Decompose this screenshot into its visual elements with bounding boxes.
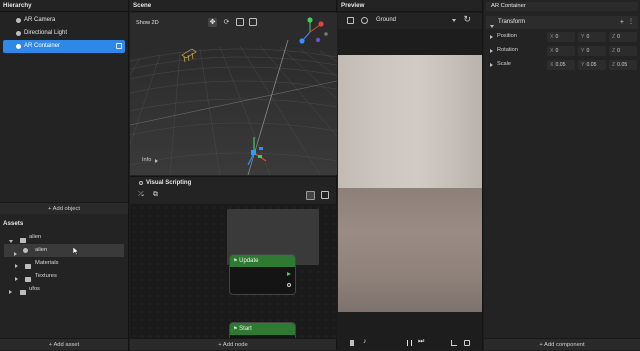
expand-icon [15, 264, 18, 268]
left-panel: Hierarchy AR Camera Directional Light AR… [0, 0, 129, 350]
event-icon: ⚑ [233, 258, 237, 264]
scale-tool-button[interactable] [236, 18, 244, 26]
edit-icon[interactable]: ⤯ [138, 191, 144, 199]
add-node-button[interactable]: + Add node [130, 338, 336, 350]
folder-icon [25, 277, 31, 282]
transform-section-header[interactable]: Transform + ⋮ [486, 16, 638, 29]
object-icon [16, 31, 21, 36]
bookmark-icon[interactable] [350, 340, 354, 346]
asset-folder-textures[interactable]: Textures [0, 270, 128, 283]
ar-preview-image [338, 55, 482, 312]
folder-icon [20, 290, 26, 295]
device-icon[interactable] [347, 17, 354, 24]
scale-y-field[interactable]: Y0.05 [578, 60, 606, 70]
scene-panel: Scene Show 2D ✥ ⟳ Info Visua [130, 0, 337, 350]
update-node[interactable]: ⚑ Update [229, 254, 296, 295]
image-icon[interactable] [321, 191, 329, 199]
folder-icon [20, 238, 26, 243]
scale-row: Scale X0.05 Y0.05 Z0.05 [484, 59, 640, 71]
orientation-gizmo[interactable] [293, 16, 333, 48]
frame-tool-button[interactable] [249, 18, 257, 26]
expand-icon [490, 63, 493, 67]
refresh-icon[interactable]: ↻ [463, 14, 471, 25]
model-icon [23, 248, 28, 253]
position-x-field[interactable]: X0 [547, 32, 575, 42]
rotation-label: Rotation [497, 47, 518, 53]
mouse-cursor-icon [73, 247, 79, 255]
add-object-button[interactable]: + Add object [0, 202, 128, 214]
add-component-button[interactable]: + Add component [484, 338, 640, 350]
rotation-y-field[interactable]: Y0 [578, 46, 606, 56]
collapse-icon [490, 25, 494, 28]
expand-icon [490, 49, 493, 53]
tiktok-icon[interactable]: ♪ [363, 338, 367, 345]
transform-title: Transform [498, 16, 525, 29]
expand-icon [14, 252, 17, 256]
expand-icon [9, 240, 13, 243]
ground-surface [338, 188, 482, 312]
show-2d-toggle[interactable]: Show 2D [136, 20, 159, 26]
position-y-field[interactable]: Y0 [578, 32, 606, 42]
info-arrow-icon [155, 159, 158, 165]
expand-icon [490, 35, 493, 39]
move-tool-button[interactable]: ✥ [208, 18, 217, 27]
wall-surface [338, 55, 482, 188]
visual-scripting-title: Visual Scripting [146, 180, 191, 186]
environment-dropdown[interactable]: Ground [371, 15, 459, 26]
hierarchy-item-directional-light[interactable]: Directional Light [0, 27, 128, 40]
object-name-field[interactable]: AR Container [486, 2, 638, 11]
scene-viewport[interactable]: Show 2D ✥ ⟳ Info [130, 13, 337, 175]
visibility-icon[interactable] [116, 43, 122, 49]
step-forward-icon[interactable]: ⏭ [418, 338, 424, 346]
layout-icon[interactable] [306, 191, 315, 200]
scale-z-field[interactable]: Z0.05 [609, 60, 637, 70]
preview-title: Preview [338, 0, 482, 12]
preview-panel: Preview Ground ↻ ♪ ⏭ [338, 0, 483, 350]
object-icon [16, 44, 21, 49]
visual-scripting-header: Visual Scripting [130, 176, 336, 188]
object-icon [16, 18, 21, 23]
expand-icon [9, 290, 12, 294]
hierarchy-item-ar-container[interactable]: AR Container [3, 40, 125, 53]
rotation-x-field[interactable]: X0 [547, 46, 575, 56]
assets-title: Assets [0, 218, 128, 230]
info-toggle[interactable]: Info [142, 157, 151, 163]
scene-title: Scene [130, 0, 336, 12]
graph-canvas[interactable]: ⚑ Update ⚑ Start [130, 204, 337, 338]
asset-folder-alien[interactable]: alien [0, 231, 128, 244]
position-z-field[interactable]: Z0 [609, 32, 637, 42]
folder-icon [25, 264, 31, 269]
hierarchy-item-ar-camera[interactable]: AR Camera [0, 14, 128, 27]
expand-icon [15, 277, 18, 281]
asset-item-alien[interactable]: alien [4, 244, 124, 257]
camera-icon[interactable] [361, 17, 368, 24]
more-icon[interactable]: ⋮ [628, 16, 634, 29]
event-icon: ⚑ [233, 326, 237, 332]
start-node[interactable]: ⚑ Start [229, 322, 296, 338]
hierarchy-title: Hierarchy [0, 0, 128, 12]
rotate-device-icon[interactable] [464, 340, 470, 346]
chevron-down-icon [452, 19, 456, 22]
position-row: Position X0 Y0 Z0 [484, 31, 640, 43]
exec-output-port[interactable] [287, 272, 291, 276]
rotation-z-field[interactable]: Z0 [609, 46, 637, 56]
scale-x-field[interactable]: X0.05 [547, 60, 575, 70]
link-icon[interactable]: ⧉ [153, 191, 158, 199]
asset-folder-materials[interactable]: Materials [0, 257, 128, 270]
inspector-panel: AR Container Transform + ⋮ Position X0 Y… [484, 0, 640, 350]
crop-icon[interactable] [451, 340, 457, 346]
position-label: Position [497, 33, 517, 39]
pause-icon[interactable] [407, 340, 412, 346]
scale-label: Scale [497, 61, 511, 67]
collapse-icon[interactable] [139, 181, 143, 185]
rotate-tool-button[interactable]: ⟳ [222, 18, 231, 27]
output-port[interactable] [287, 283, 291, 287]
add-icon[interactable]: + [620, 16, 624, 29]
add-asset-button[interactable]: + Add asset [0, 338, 128, 350]
rotation-row: Rotation X0 Y0 Z0 [484, 45, 640, 57]
asset-folder-ufos[interactable]: ufos [0, 283, 128, 296]
